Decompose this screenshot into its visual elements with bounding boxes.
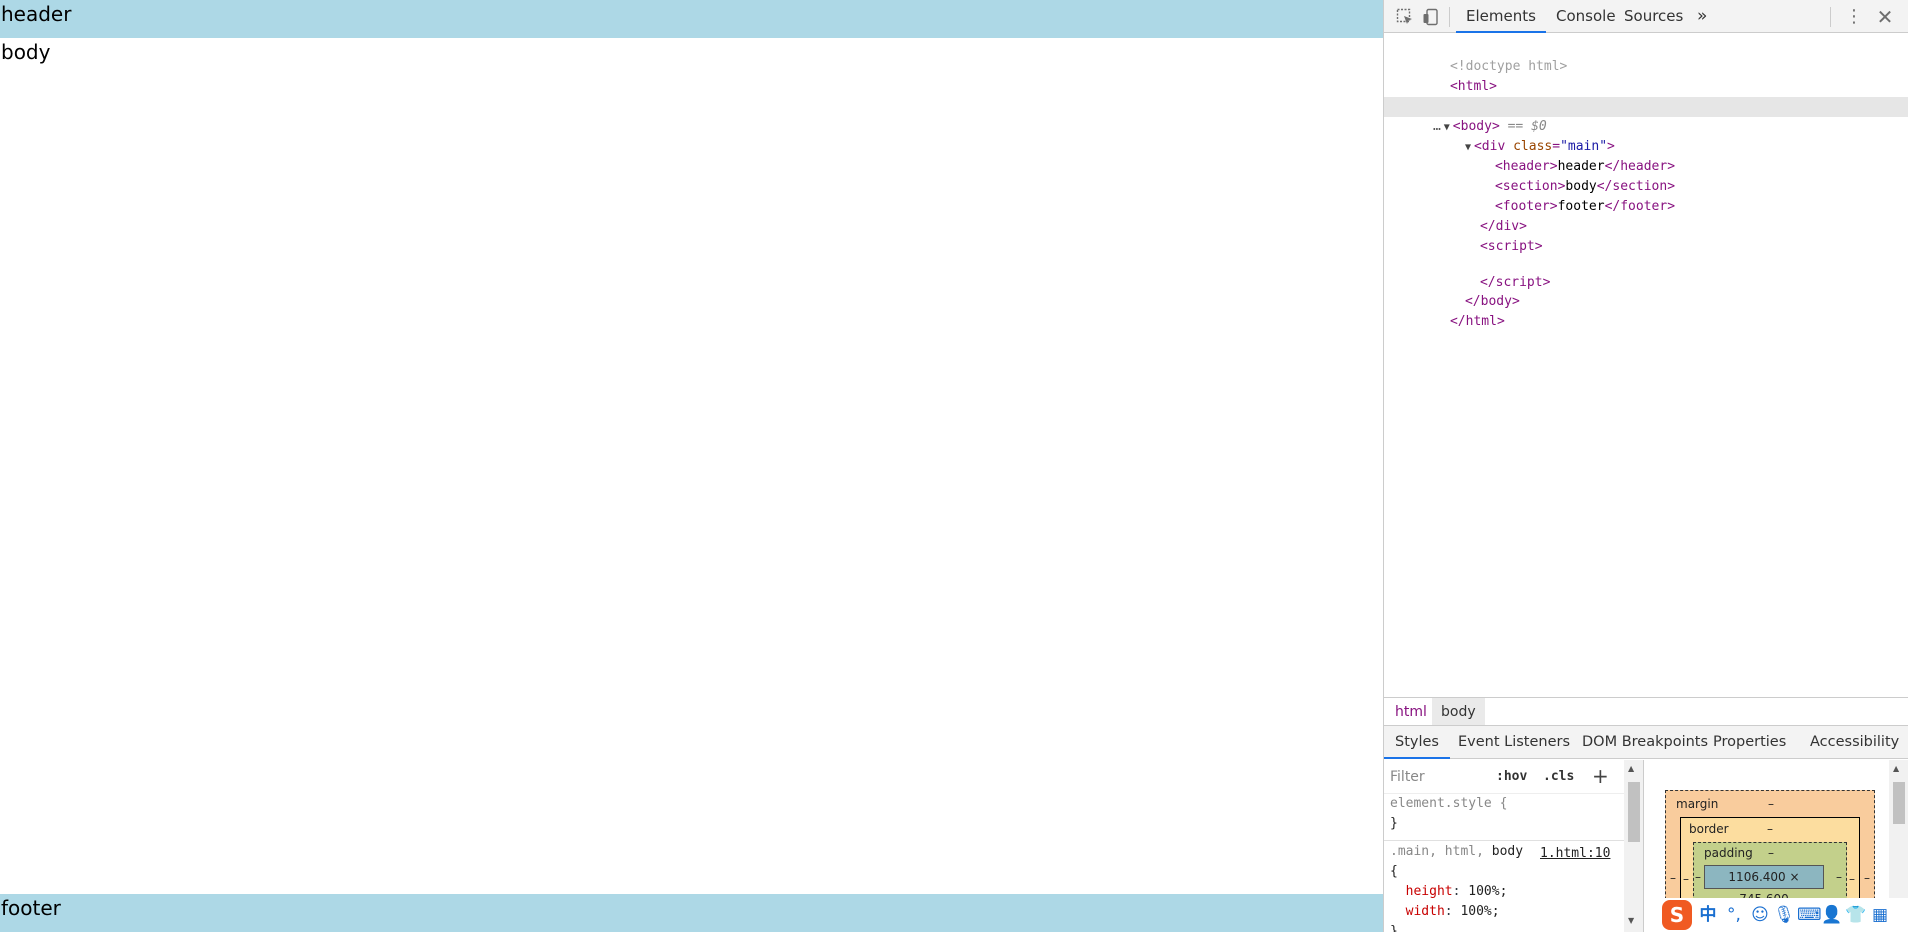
- ime-toolbar: S 中 °, ☺ 🎙 ⌨ 👤 👕 ▦: [1659, 898, 1908, 932]
- page-footer: footer: [0, 894, 1383, 932]
- padding-top-value[interactable]: –: [1768, 846, 1774, 860]
- ime-punctuation-toggle[interactable]: °,: [1723, 902, 1745, 928]
- close-icon[interactable]: ✕: [1874, 6, 1896, 28]
- border-label: border: [1689, 822, 1729, 836]
- tab-styles[interactable]: Styles: [1384, 726, 1450, 759]
- keyboard-icon[interactable]: ⌨: [1797, 902, 1822, 928]
- dom-section[interactable]: <section>body</section>: [1384, 157, 1908, 194]
- tab-event-listeners[interactable]: Event Listeners: [1447, 726, 1581, 759]
- padding-label: padding: [1704, 846, 1753, 860]
- tab-elements[interactable]: Elements: [1456, 0, 1546, 33]
- class-toggle[interactable]: .cls: [1543, 766, 1574, 788]
- dom-footer[interactable]: <footer>footer</footer>: [1384, 177, 1908, 214]
- padding-left-value[interactable]: –: [1695, 870, 1701, 884]
- dom-body-close[interactable]: </body>: [1384, 272, 1908, 309]
- more-vert-icon[interactable]: ⋮: [1843, 6, 1865, 28]
- margin-right-value[interactable]: –: [1864, 871, 1870, 885]
- device-toolbar-icon[interactable]: [1420, 6, 1442, 28]
- tab-sources[interactable]: Sources: [1614, 0, 1693, 33]
- styles-subtabs: Styles Event Listeners DOM Breakpoints P…: [1384, 725, 1908, 759]
- toolbar-separator: [1449, 7, 1450, 27]
- padding-right-value[interactable]: –: [1836, 870, 1842, 884]
- user-icon[interactable]: 👤: [1821, 902, 1843, 928]
- border-top-value[interactable]: –: [1767, 822, 1773, 836]
- margin-left-value[interactable]: –: [1670, 871, 1676, 885]
- breadcrumb: html body: [1384, 697, 1908, 726]
- page-header: header: [0, 0, 1383, 38]
- dom-header[interactable]: <header>header</header>: [1384, 137, 1908, 174]
- styles-filter-row: :hov .cls +: [1384, 760, 1624, 794]
- inspect-element-icon[interactable]: [1394, 6, 1416, 28]
- sogou-logo-icon[interactable]: S: [1662, 900, 1692, 930]
- margin-top-value[interactable]: –: [1768, 797, 1774, 811]
- box-model-content-size[interactable]: 1106.400 × 745.600: [1704, 865, 1824, 906]
- dom-html-open[interactable]: <html>: [1384, 57, 1908, 94]
- emoji-icon[interactable]: ☺: [1749, 902, 1771, 928]
- breadcrumb-html[interactable]: html: [1386, 698, 1436, 726]
- elements-tree: <!doctype html> <html> ▶<head>…</head> ……: [1384, 34, 1908, 696]
- grid-icon[interactable]: ▦: [1869, 902, 1891, 928]
- dom-script-close[interactable]: </script>: [1384, 253, 1908, 290]
- border-right-value[interactable]: –: [1849, 872, 1855, 886]
- page-viewport: header body footer: [0, 0, 1383, 932]
- add-style-rule-button[interactable]: +: [1592, 763, 1609, 789]
- scroll-up-icon[interactable]: ▲: [1628, 764, 1634, 773]
- border-left-value[interactable]: –: [1683, 872, 1689, 886]
- breadcrumb-body[interactable]: body: [1432, 698, 1485, 726]
- margin-label: margin: [1676, 797, 1719, 811]
- scroll-down-icon[interactable]: ▼: [1628, 916, 1634, 925]
- styles-scroll-thumb[interactable]: [1628, 782, 1640, 842]
- hover-state-toggle[interactable]: :hov: [1496, 766, 1527, 788]
- styles-scrollbar[interactable]: ▲ ▼: [1624, 760, 1643, 932]
- tab-accessibility[interactable]: Accessibility: [1799, 726, 1908, 759]
- devtools-toolbar: Elements Console Sources » ⋮ ✕: [1384, 0, 1908, 33]
- toolbar-separator-right: [1830, 7, 1831, 27]
- dom-div-main[interactable]: ▼ <div class="main">: [1384, 117, 1908, 154]
- box-model-scroll-thumb[interactable]: [1893, 782, 1905, 824]
- tab-properties[interactable]: Properties: [1702, 726, 1797, 759]
- dom-script-open[interactable]: <script>: [1384, 217, 1908, 254]
- page-body-section: body: [1, 40, 51, 64]
- styles-filter-input[interactable]: [1388, 766, 1484, 788]
- ime-language-toggle[interactable]: 中: [1697, 902, 1719, 928]
- dom-doctype[interactable]: <!doctype html>: [1384, 37, 1908, 74]
- dom-head[interactable]: ▶<head>…</head>: [1384, 77, 1908, 114]
- dom-body-selected[interactable]: … ▼ <body> == $0: [1384, 97, 1908, 134]
- more-tabs-button[interactable]: »: [1687, 0, 1717, 33]
- styles-pane: :hov .cls + element.style { } .main, htm…: [1384, 760, 1644, 932]
- rule-divider: [1384, 840, 1624, 841]
- tab-dom-breakpoints[interactable]: DOM Breakpoints: [1571, 726, 1719, 759]
- scroll-up-icon[interactable]: ▲: [1893, 764, 1899, 773]
- dom-html-close[interactable]: </html>: [1384, 292, 1908, 329]
- mic-icon[interactable]: 🎙: [1773, 902, 1795, 928]
- dom-div-close[interactable]: </div>: [1384, 197, 1908, 234]
- rule-source-link[interactable]: 1.html:10: [1540, 846, 1610, 861]
- devtools-panel: Elements Console Sources » ⋮ ✕ <!doctype…: [1383, 0, 1908, 932]
- element-style-rule[interactable]: element.style { }: [1390, 794, 1620, 834]
- shirt-icon[interactable]: 👕: [1845, 902, 1867, 928]
